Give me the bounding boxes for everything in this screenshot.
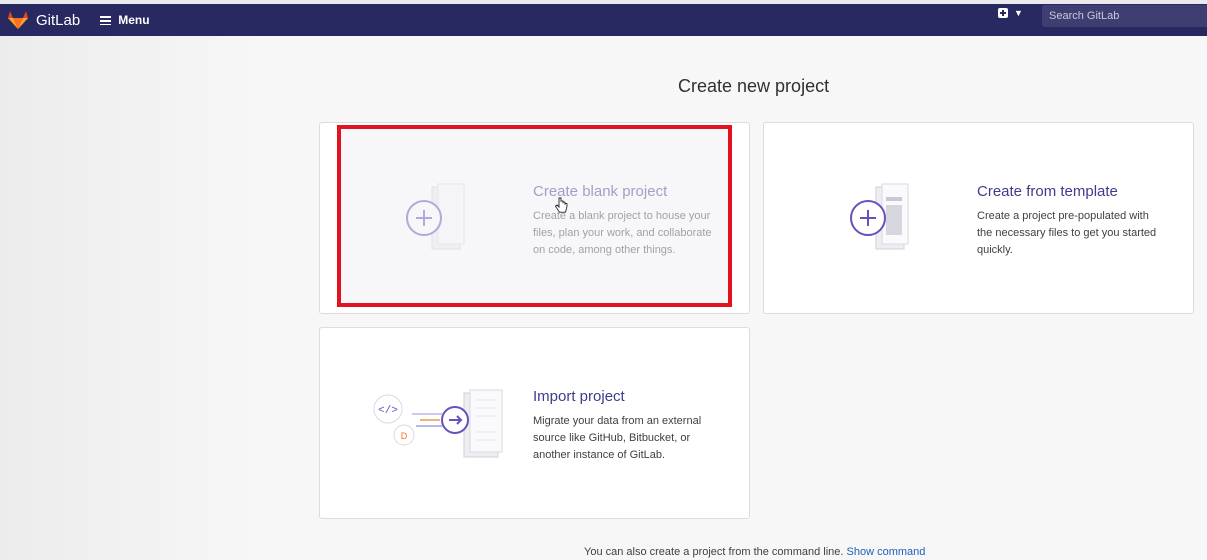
create-blank-project-card[interactable]: Create blank project Create a blank proj… [319, 122, 750, 314]
svg-text:</>: </> [378, 405, 398, 417]
svg-text:D: D [401, 431, 408, 441]
command-line-note: You can also create a project from the c… [584, 546, 925, 558]
card-description: Create a project pre-populated with the … [977, 210, 1157, 256]
card-description: Migrate your data from an external sourc… [533, 415, 702, 461]
chevron-down-icon: ▼ [1014, 8, 1023, 18]
template-plus-icon [850, 183, 909, 250]
card-title: Create blank project [533, 183, 668, 200]
top-navbar: GitLab Menu [0, 4, 1207, 36]
menu-button[interactable]: Menu [100, 13, 150, 27]
new-dropdown-button[interactable]: ▼ [998, 8, 1023, 18]
footer-text: You can also create a project from the c… [584, 546, 844, 558]
import-arrow-icon: </> D [373, 389, 503, 458]
plus-square-icon [998, 8, 1008, 18]
card-title: Create from template [977, 183, 1118, 200]
card-description: Create a blank project to house your fil… [533, 210, 712, 256]
brand-name: GitLab [36, 11, 81, 29]
blank-project-plus-icon [406, 183, 465, 250]
show-command-link[interactable]: Show command [847, 546, 926, 558]
gitlab-tanuki-icon [8, 11, 28, 29]
hand-pointer-icon [555, 197, 568, 213]
menu-label: Menu [118, 13, 150, 27]
import-project-card[interactable]: </> D Import project Migrate your data f… [319, 327, 750, 519]
hamburger-icon [100, 15, 112, 25]
search-input[interactable] [1042, 5, 1207, 27]
gitlab-home-link[interactable]: GitLab [8, 11, 80, 29]
page-title: Create new project [678, 76, 830, 96]
create-from-template-card[interactable]: Create from template Create a project pr… [763, 122, 1194, 314]
card-title: Import project [533, 388, 625, 405]
